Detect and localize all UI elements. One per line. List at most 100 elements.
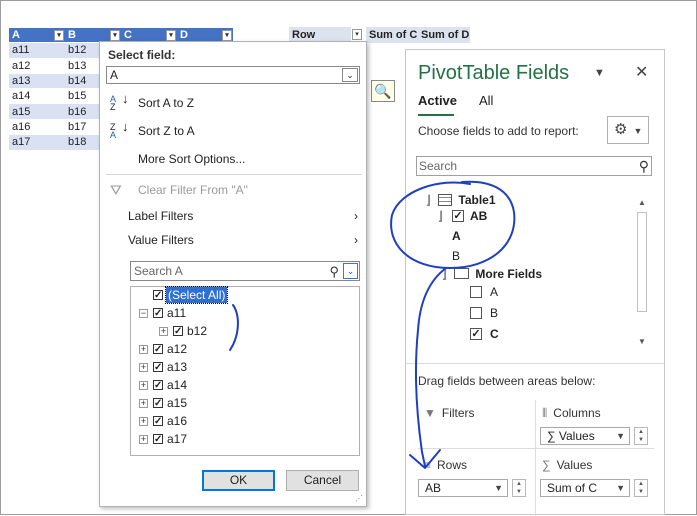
search-icon: ⚲ (638, 158, 649, 174)
area-divider (535, 400, 536, 516)
field-label: C (490, 327, 499, 341)
ok-button[interactable]: OK (202, 470, 275, 491)
columns-icon: ⦀ (542, 406, 548, 420)
table-cell[interactable]: a16 (9, 118, 65, 135)
checkbox-checked-icon[interactable]: ✓ (153, 290, 163, 301)
label-filters-item[interactable]: Label Filters › (100, 206, 366, 226)
checkbox-unchecked-icon[interactable] (470, 286, 482, 298)
table-cell[interactable]: a13 (9, 72, 65, 89)
clear-filter-label: Clear Filter From "A" (138, 183, 248, 197)
field-b[interactable]: B (452, 248, 460, 264)
field-a[interactable]: A (452, 228, 461, 244)
rows-icon: ≡ (424, 458, 432, 472)
chevron-down-icon[interactable]: ▼ (616, 480, 625, 496)
clear-filter-icon: ⛛ (110, 182, 122, 198)
value-filters-label: Value Filters (128, 233, 194, 247)
chevron-down-icon[interactable]: ▼ (616, 428, 625, 444)
table-cell[interactable]: a15 (9, 103, 65, 120)
search-options-chevron-icon[interactable]: ⌄ (343, 263, 358, 279)
tab-active[interactable]: Active (418, 93, 457, 108)
expand-icon[interactable]: + (139, 399, 148, 408)
scroll-thumb[interactable] (637, 212, 647, 312)
field-ab[interactable]: ⌋ ✓ AB (438, 208, 487, 224)
field-label: A (490, 285, 499, 299)
tree-connector: ⌋ (442, 267, 447, 281)
sort-z-to-a-item[interactable]: Z A ↓ Sort Z to A (100, 120, 366, 141)
checkbox-checked-icon[interactable]: ✓ (153, 398, 163, 409)
tab-all[interactable]: All (479, 93, 493, 108)
tree-item-label: a13 (167, 360, 188, 374)
table-cell[interactable]: a11 (9, 42, 65, 59)
checkbox-checked-icon[interactable]: ✓ (153, 362, 163, 373)
more-sort-label: More Sort Options... (138, 152, 246, 166)
checkbox-checked-icon[interactable]: ✓ (153, 416, 163, 427)
columns-spin-icon[interactable]: ▲ ▼ (634, 427, 648, 445)
field-settings-button[interactable]: ⚙ ▼ (607, 116, 649, 144)
filter-search-input[interactable]: Search A ⚲ ⌄ (130, 261, 360, 281)
values-sum-c-field[interactable]: Sum of C ▼ (540, 479, 630, 497)
field-list-scrollbar[interactable]: ▲ ▼ (635, 196, 649, 349)
columns-values-field[interactable]: ∑ Values ▼ (540, 427, 630, 445)
collapse-icon[interactable]: − (139, 309, 148, 318)
checkbox-checked-icon[interactable]: ✓ (173, 326, 183, 337)
select-field-combobox[interactable]: A ⌄ (106, 66, 360, 84)
scroll-up-icon[interactable]: ▲ (635, 196, 649, 210)
checkbox-checked-icon[interactable]: ✓ (153, 380, 163, 391)
checkbox-checked-icon[interactable]: ✓ (153, 308, 163, 319)
magnify-icon[interactable]: 🔍 (371, 80, 395, 102)
pane-options-chevron-icon[interactable]: ▼ (594, 67, 605, 79)
sort-a-to-z-item[interactable]: A Z ↓ Sort A to Z (100, 92, 366, 113)
chevron-down-icon[interactable]: ⌄ (342, 68, 358, 82)
expand-icon[interactable]: + (139, 417, 148, 426)
resize-grip-icon[interactable]: ⋰ (355, 494, 363, 503)
pane-divider (406, 363, 664, 364)
folder-icon (454, 268, 470, 279)
checkbox-checked-icon[interactable]: ✓ (452, 210, 464, 222)
menu-divider (106, 174, 362, 175)
filter-dropdown-icon[interactable]: ▾ (54, 30, 64, 41)
header-b-label: B (68, 29, 76, 42)
pivot-sum-d-header: Sum of D (418, 27, 470, 43)
filter-dropdown-icon[interactable]: ▾ (166, 30, 176, 41)
choose-fields-text: Choose fields to add to report: (418, 124, 579, 138)
expand-icon[interactable]: + (139, 435, 148, 444)
field-list: ⌋ Table1 ⌋ ✓ AB A B ⌋ More Fields A B ✓ … (416, 188, 652, 353)
area-divider (418, 448, 654, 449)
filter-dropdown-icon[interactable]: ▾ (222, 30, 232, 41)
columns-area-header: ⦀ Columns (542, 406, 601, 421)
checkbox-checked-icon[interactable]: ✓ (153, 344, 163, 355)
header-a[interactable]: A ▾ (9, 26, 65, 43)
checkbox-unchecked-icon[interactable] (470, 307, 482, 319)
expand-icon[interactable]: + (139, 363, 148, 372)
values-spin-icon[interactable]: ▲ ▼ (634, 479, 648, 497)
checkbox-checked-icon[interactable]: ✓ (153, 434, 163, 445)
checkbox-checked-icon[interactable]: ✓ (470, 328, 482, 340)
cancel-button[interactable]: Cancel (286, 470, 359, 491)
expand-icon[interactable]: + (139, 381, 148, 390)
select-field-value: A (110, 68, 119, 82)
field-label: Table1 (458, 193, 496, 207)
rows-ab-field[interactable]: AB ▼ (418, 479, 508, 497)
more-sort-options-item[interactable]: More Sort Options... (100, 149, 366, 169)
rows-value-label: AB (425, 481, 442, 495)
chevron-down-icon[interactable]: ▼ (494, 480, 503, 496)
row-labels-dropdown-icon[interactable]: ▾ (352, 29, 362, 40)
expand-icon[interactable]: + (139, 345, 148, 354)
field-more-fields[interactable]: ⌋ More Fields (442, 266, 542, 282)
table-cell[interactable]: a12 (9, 57, 65, 74)
table-cell[interactable]: a14 (9, 88, 65, 104)
table-cell[interactable]: a17 (9, 134, 65, 150)
field-table1[interactable]: ⌋ Table1 (426, 192, 496, 208)
rows-spin-icon[interactable]: ▲ ▼ (512, 479, 526, 497)
value-filters-item[interactable]: Value Filters › (100, 230, 366, 250)
filter-dropdown-icon[interactable]: ▾ (110, 30, 120, 41)
tree-connector: ⌋ (426, 193, 431, 207)
active-tab-indicator (418, 114, 454, 116)
close-icon[interactable]: ✕ (635, 62, 648, 82)
pivottable-fields-pane: PivotTable Fields ▼ ✕ Active All Choose … (405, 49, 665, 516)
pivot-sum-d-label: Sum of D (421, 29, 470, 41)
expand-icon[interactable]: + (159, 327, 168, 336)
scroll-down-icon[interactable]: ▼ (635, 335, 649, 349)
columns-value-label: Values (558, 429, 595, 443)
field-search-input[interactable]: Search ⚲ (416, 156, 652, 176)
